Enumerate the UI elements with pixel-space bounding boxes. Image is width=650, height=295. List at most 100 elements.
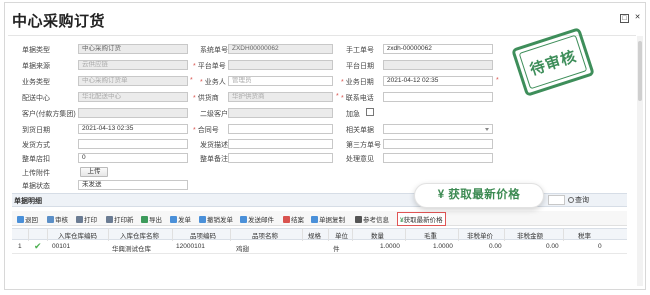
cell-gross: 1.0000: [433, 243, 453, 250]
contact-phone-field[interactable]: [383, 92, 493, 102]
reference-info-button[interactable]: 参考信息: [355, 214, 389, 224]
col-price[interactable]: 非税单价: [467, 230, 493, 240]
print-button[interactable]: 打印: [76, 214, 97, 224]
order-discount-field[interactable]: 0: [78, 153, 188, 163]
related-doc-select[interactable]: [383, 124, 493, 134]
biz-date-field[interactable]: 2021-04-12 02:35: [383, 76, 493, 86]
biz-type-select[interactable]: 中心采购订货单: [78, 76, 188, 86]
platform-date-field: [383, 60, 493, 70]
col-gross[interactable]: 毛重: [424, 230, 437, 240]
col-tax[interactable]: 税率: [578, 230, 591, 240]
cell-tax: 0: [598, 243, 602, 250]
system-no-field: ZXDH00000062: [228, 44, 333, 54]
send-order-icon: [170, 216, 177, 223]
biz-person-label: 业务人: [204, 79, 226, 86]
doc-source-label: 单据来源: [22, 63, 50, 70]
page-title: 中心采购订货: [12, 13, 106, 30]
get-latest-price-button[interactable]: ¥获取最新价格: [397, 212, 446, 226]
ship-method-label: 发货方式: [22, 142, 50, 149]
close-icon[interactable]: ✕: [633, 14, 642, 23]
expedite-label: 加急: [346, 111, 360, 118]
biz-date-label: 业务日期: [345, 79, 374, 86]
col-spec[interactable]: 规格: [308, 230, 321, 240]
order-note-label: 整单备注: [200, 156, 228, 163]
required-marker: *: [496, 77, 499, 84]
search-input[interactable]: [548, 195, 565, 205]
info-icon: [355, 216, 362, 223]
expedite-checkbox[interactable]: [366, 108, 374, 116]
third-party-no-field[interactable]: [383, 139, 493, 149]
doc-source-field: 云供应链: [78, 60, 188, 70]
doc-status-field: 未发送: [78, 180, 188, 190]
secondary-customer-label: 二级客户: [200, 111, 228, 118]
contract-no-field[interactable]: [228, 124, 333, 134]
stamp-text: 待审核: [527, 47, 579, 79]
print-new-button[interactable]: 打印新: [106, 214, 134, 224]
col-qty[interactable]: 数量: [371, 230, 384, 240]
customer-group-label: 客户(付款方集团): [22, 111, 76, 118]
arrival-date-label: 到货日期: [22, 127, 50, 134]
secondary-customer-field: [228, 108, 333, 118]
platform-date-label: 平台日期: [346, 63, 374, 70]
check-icon: ✔: [34, 241, 42, 251]
restore-icon[interactable]: □: [620, 14, 629, 23]
supplier-select[interactable]: 华护供货商: [228, 92, 333, 102]
required-marker: *: [190, 77, 193, 84]
print-icon: [76, 216, 83, 223]
print-new-icon: [106, 216, 113, 223]
vertical-scrollbar[interactable]: [637, 36, 643, 286]
search-button[interactable]: 查询: [568, 195, 589, 205]
manual-no-field[interactable]: zxdh-00000062: [383, 44, 493, 54]
col-item-name[interactable]: 品项名称: [252, 230, 278, 240]
cell-amount: 0.00: [546, 243, 559, 250]
col-amount[interactable]: 非税金额: [517, 230, 543, 240]
approve-button[interactable]: 审核: [47, 214, 68, 224]
get-latest-price-callout: ¥ 获取最新价格: [414, 183, 544, 208]
approve-icon: [47, 216, 54, 223]
contact-phone-label: 联系电话: [345, 95, 374, 102]
ship-desc-label: 发货描述: [200, 142, 228, 149]
ship-method-field[interactable]: [78, 139, 188, 149]
handling-opinion-label: 处理意见: [346, 156, 374, 163]
revoke-order-button[interactable]: 撤销发单: [199, 214, 233, 224]
required-marker: *: [336, 93, 339, 100]
table-body-empty: [12, 254, 627, 284]
doc-status-label: 单据状态: [22, 183, 50, 190]
return-button[interactable]: 退回: [17, 214, 38, 224]
upload-button[interactable]: 上传: [80, 167, 108, 177]
title-divider: [8, 35, 636, 36]
col-unit[interactable]: 单位: [335, 230, 348, 240]
order-note-field[interactable]: [228, 153, 333, 163]
system-no-label: 系统单号: [200, 47, 228, 54]
arrival-date-field[interactable]: 2021-04-13 02:35: [78, 124, 188, 134]
related-doc-label: 相关单据: [346, 127, 374, 134]
dist-center-select[interactable]: 华北配送中心: [78, 92, 188, 102]
ship-desc-field[interactable]: [228, 139, 333, 149]
send-email-button[interactable]: 发送邮件: [240, 214, 274, 224]
col-warehouse-code[interactable]: 入库仓库编码: [58, 230, 97, 240]
biz-person-field[interactable]: 管理员: [228, 76, 333, 86]
platform-no-field: [228, 60, 333, 70]
export-button[interactable]: 导出: [141, 214, 162, 224]
email-icon: [240, 216, 247, 223]
close-case-icon: [283, 216, 290, 223]
col-warehouse-name[interactable]: 入库仓库名称: [120, 230, 159, 240]
cell-item-code: 12000101: [176, 243, 205, 250]
col-item-code[interactable]: 品项编码: [190, 230, 216, 240]
copy-doc-button[interactable]: 单据复制: [311, 214, 345, 224]
cell-warehouse-code: 00101: [52, 243, 71, 250]
return-icon: [17, 216, 24, 223]
table-row[interactable]: [12, 241, 627, 254]
scrollbar-thumb[interactable]: [638, 41, 642, 101]
dist-center-label: 配送中心: [22, 95, 50, 102]
attachment-label: 上传附件: [22, 170, 50, 177]
revoke-icon: [199, 216, 206, 223]
export-icon: [141, 216, 148, 223]
cell-qty: 1.0000: [380, 243, 400, 250]
row-index: 1: [18, 243, 22, 250]
platform-no-label: 平台单号: [197, 63, 226, 70]
send-order-button[interactable]: 发单: [170, 214, 191, 224]
handling-opinion-field[interactable]: [383, 153, 493, 163]
close-case-button[interactable]: 结案: [283, 214, 304, 224]
chevron-down-icon[interactable]: [485, 128, 489, 131]
